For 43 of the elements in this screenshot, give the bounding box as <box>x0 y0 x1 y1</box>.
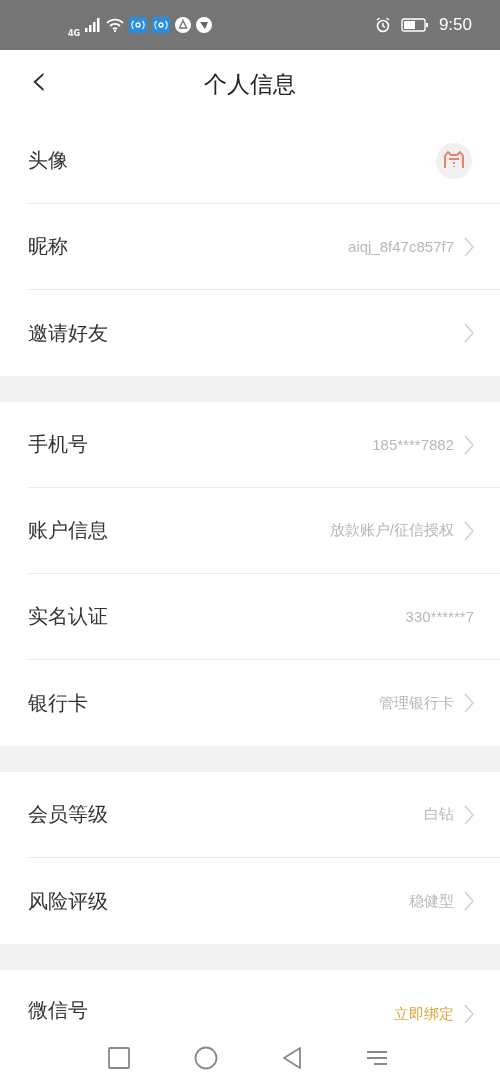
settings-row[interactable]: 银行卡 管理银行卡 <box>28 660 500 746</box>
settings-row[interactable]: 会员等级 白钻 <box>28 772 500 858</box>
row-value: aiqj_8f47c857f7 <box>348 238 454 255</box>
hotspot-icon <box>129 17 148 33</box>
menu-icon[interactable] <box>366 1048 388 1068</box>
page-title: 个人信息 <box>204 69 296 99</box>
settings-row[interactable]: 账户信息 放款账户/征信授权 <box>28 488 500 574</box>
avatar-icon[interactable] <box>436 142 472 179</box>
wifi-icon <box>106 18 125 32</box>
row-label: 手机号 <box>28 431 88 458</box>
row-label: 账户信息 <box>28 517 108 544</box>
home-icon[interactable] <box>194 1046 218 1070</box>
row-label: 头像 <box>28 147 68 174</box>
back-icon[interactable] <box>282 1046 302 1070</box>
row-value: 放款账户/征信授权 <box>329 521 454 540</box>
row-value: 稳健型 <box>409 891 454 911</box>
network-label: 4G <box>68 28 81 38</box>
clock-time: 9:50 <box>438 15 472 35</box>
alarm-icon <box>374 17 391 33</box>
row-label: 银行卡 <box>28 689 88 717</box>
signal-icon <box>85 18 102 32</box>
row-label: 会员等级 <box>28 801 108 828</box>
settings-row[interactable]: 手机号 185****7882 <box>28 402 500 488</box>
battery-icon <box>400 18 429 32</box>
back-button[interactable]: ‹ <box>22 58 56 102</box>
settings-row[interactable]: 风险评级 稳健型 <box>28 858 500 944</box>
row-label: 邀请好友 <box>28 319 108 347</box>
row-label: 昵称 <box>28 233 68 260</box>
settings-row[interactable]: 实名认证 330******7 <box>28 574 500 660</box>
settings-row[interactable]: 邀请好友 <box>28 290 500 376</box>
recents-icon[interactable] <box>108 1047 130 1069</box>
row-label: 实名认证 <box>28 603 108 630</box>
hotspot-icon <box>152 17 171 33</box>
row-value: 立即绑定 <box>394 1004 454 1024</box>
row-value: 330******7 <box>405 608 474 625</box>
row-label: 微信号 <box>28 997 88 1024</box>
row-value: 白钻 <box>424 805 454 824</box>
settings-row[interactable]: 昵称 aiqj_8f47c857f7 <box>28 204 500 290</box>
settings-row[interactable]: 微信号 立即绑定 <box>28 970 500 1032</box>
row-value: 185****7882 <box>372 436 454 453</box>
row-value: 管理银行卡 <box>379 693 454 713</box>
row-label: 风险评级 <box>28 887 108 915</box>
settings-row[interactable]: 头像 <box>28 118 500 204</box>
